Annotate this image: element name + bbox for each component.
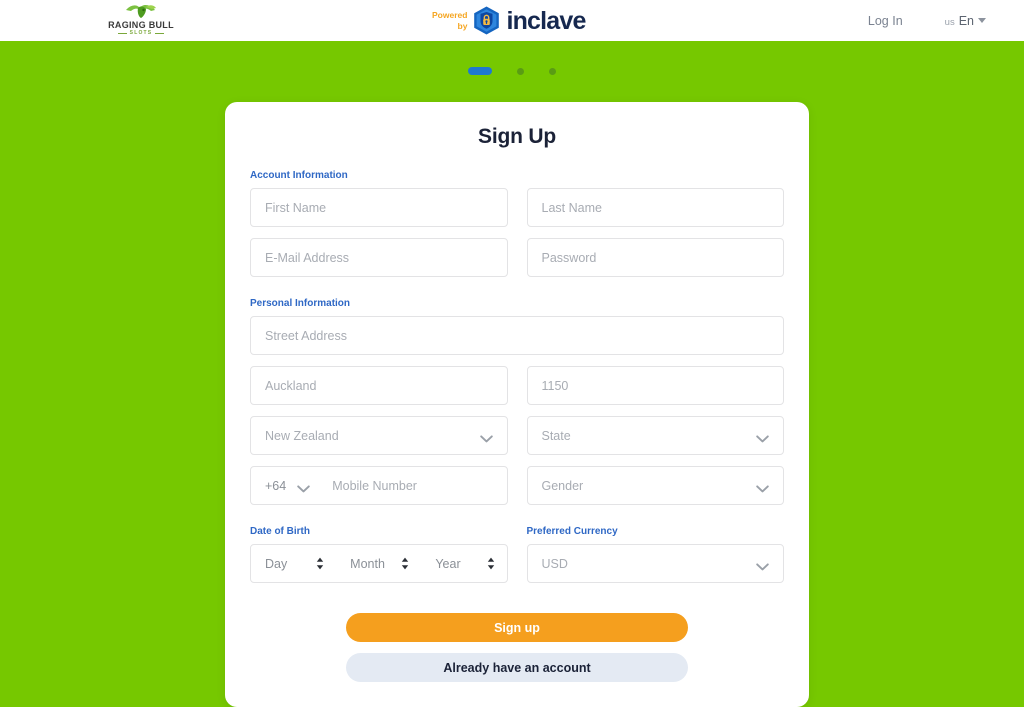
brand-subtitle: SLOTS (117, 29, 164, 36)
last-name-input[interactable]: Last Name (526, 188, 784, 227)
stepper-updown-icon (487, 557, 495, 570)
bull-icon (124, 4, 158, 19)
by-label: by (457, 20, 468, 31)
postcode-placeholder: 1150 (541, 378, 569, 393)
city-postcode-row: Auckland 1150 (250, 366, 784, 405)
country-select[interactable]: New Zealand (250, 416, 508, 455)
phone-col: +64 Mobile Number (250, 466, 508, 505)
street-address-placeholder: Street Address (265, 328, 347, 343)
date-of-birth-group: Day Month Year (250, 544, 508, 583)
gender-selected-value: Gender (541, 478, 584, 493)
dob-col: Day Month Year (250, 544, 508, 583)
raging-bull-logo[interactable]: RAGING BULL SLOTS (105, 2, 177, 38)
page-title: Sign Up (478, 125, 556, 148)
chevron-down-icon (756, 432, 769, 442)
last-name-placeholder: Last Name (541, 200, 602, 215)
signup-button[interactable]: Sign up (346, 613, 688, 642)
header-actions: Log In us En (868, 0, 1024, 41)
progress-step-1[interactable] (468, 67, 492, 75)
dob-year-select[interactable]: Year (421, 557, 506, 571)
dob-day-select[interactable]: Day (251, 557, 336, 571)
brand-name: RAGING BULL (108, 19, 174, 30)
password-placeholder: Password (541, 250, 597, 265)
signup-progress-indicator (0, 67, 1024, 75)
state-col: State (526, 416, 784, 455)
first-name-col: First Name (250, 188, 508, 227)
already-have-account-button[interactable]: Already have an account (346, 653, 688, 682)
email-col: E-Mail Address (250, 238, 508, 277)
street-row: Street Address (250, 316, 784, 355)
country-code-value: +64 (265, 478, 287, 493)
language-country-code: us (944, 16, 955, 28)
section-preferred-currency: Preferred Currency (526, 526, 618, 537)
currency-label-col: Preferred Currency (527, 526, 785, 537)
dob-currency-row: Day Month Year USD (250, 544, 784, 583)
chevron-down-icon (479, 432, 493, 442)
login-link[interactable]: Log In (868, 14, 903, 28)
currency-col: USD (526, 544, 784, 583)
gender-col: Gender (526, 466, 784, 505)
page-stage: Sign Up Account Information First Name L… (0, 41, 1024, 707)
credentials-row: E-Mail Address Password (250, 238, 784, 277)
powered-by-text: Powered by (432, 10, 467, 32)
stepper-updown-icon (401, 557, 409, 570)
state-selected-value: State (541, 428, 571, 443)
country-col: New Zealand (250, 416, 508, 455)
street-col: Street Address (250, 316, 784, 355)
signup-form: Account Information First Name Last Name (243, 170, 791, 682)
dob-currency-label-row: Date of Birth Preferred Currency (250, 526, 784, 537)
country-state-row: New Zealand State (250, 416, 784, 455)
section-personal-information: Personal Information (250, 298, 351, 309)
last-name-col: Last Name (526, 188, 784, 227)
shield-lock-icon (473, 6, 500, 35)
progress-step-3[interactable] (549, 67, 556, 75)
dob-year-value: Year (435, 556, 461, 571)
gender-select[interactable]: Gender (526, 466, 784, 505)
email-placeholder: E-Mail Address (265, 250, 350, 265)
password-col: Password (526, 238, 784, 277)
city-placeholder: Auckland (265, 378, 317, 393)
site-header: RAGING BULL SLOTS Powered by inclave Log… (0, 0, 1024, 41)
stepper-updown-icon (316, 557, 324, 570)
currency-select[interactable]: USD (526, 544, 784, 583)
postcode-input[interactable]: 1150 (526, 366, 784, 405)
inclave-wordmark: inclave (506, 6, 586, 35)
street-address-input[interactable]: Street Address (250, 316, 784, 355)
language-selector[interactable]: us En (945, 14, 986, 28)
name-row: First Name Last Name (250, 188, 784, 227)
currency-selected-value: USD (541, 556, 568, 571)
dob-month-value: Month (350, 556, 385, 571)
powered-label: Powered (432, 9, 468, 20)
phone-gender-row: +64 Mobile Number Gender (250, 466, 784, 505)
chevron-down-icon (756, 482, 769, 492)
section-account-information: Account Information (250, 170, 348, 181)
city-col: Auckland (250, 366, 508, 405)
first-name-input[interactable]: First Name (250, 188, 508, 227)
chevron-down-icon (756, 560, 769, 570)
password-input[interactable]: Password (526, 238, 784, 277)
caret-down-icon (978, 17, 986, 23)
city-input[interactable]: Auckland (250, 366, 508, 405)
chevron-down-icon (297, 482, 310, 492)
inclave-branding: Powered by inclave (432, 0, 586, 41)
progress-step-2[interactable] (517, 67, 524, 75)
dob-day-value: Day (265, 556, 288, 571)
state-select[interactable]: State (526, 416, 784, 455)
section-date-of-birth: Date of Birth (250, 526, 310, 537)
mobile-number-group: +64 Mobile Number (250, 466, 508, 505)
mobile-number-input[interactable]: Mobile Number (332, 479, 492, 493)
first-name-placeholder: First Name (265, 200, 327, 215)
postcode-col: 1150 (526, 366, 784, 405)
language-code: En (958, 13, 974, 28)
email-input[interactable]: E-Mail Address (250, 238, 508, 277)
signup-card: Sign Up Account Information First Name L… (225, 102, 809, 707)
dob-month-select[interactable]: Month (336, 557, 421, 571)
country-selected-value: New Zealand (265, 428, 339, 443)
dob-label-col: Date of Birth (250, 526, 508, 537)
country-code-select[interactable]: +64 (265, 479, 310, 493)
